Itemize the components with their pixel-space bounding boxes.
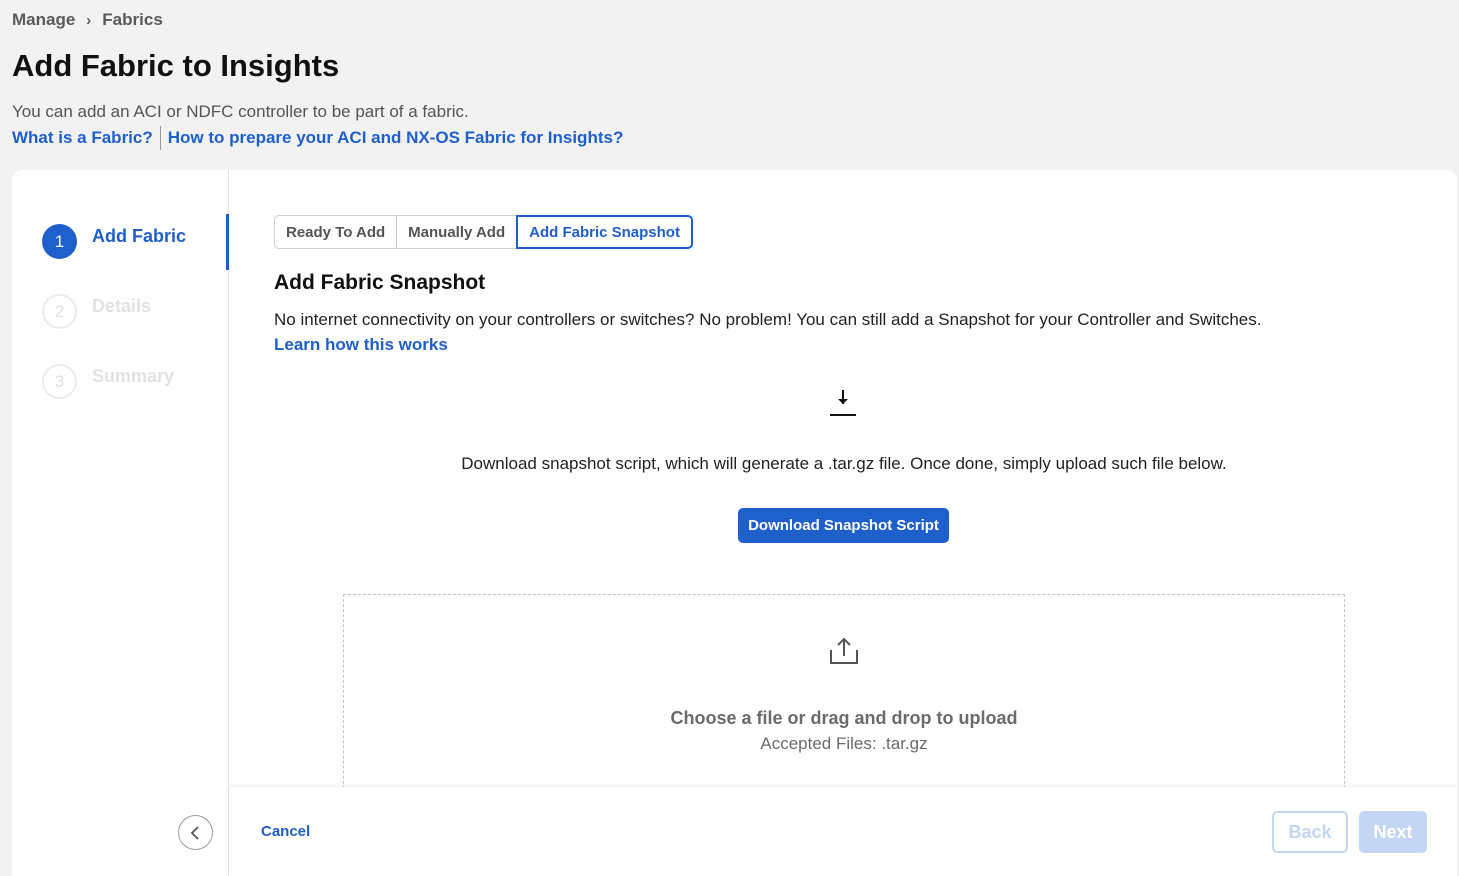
wizard-steps: 1 Add Fabric 2 Details 3 Summary (12, 170, 229, 876)
cancel-button[interactable]: Cancel (261, 823, 310, 840)
upload-icon (830, 637, 858, 664)
wizard-footer: Cancel Back Next (229, 787, 1457, 876)
accepted-files-text: Accepted Files: .tar.gz (760, 734, 928, 753)
collapse-sidebar-button[interactable] (178, 815, 213, 850)
step-number: 3 (42, 364, 77, 399)
page-description: You can add an ACI or NDFC controller to… (12, 102, 469, 121)
what-is-fabric-link[interactable]: What is a Fabric? (12, 128, 153, 148)
link-divider (159, 126, 161, 150)
wizard-card: 1 Add Fabric 2 Details 3 Summary Ready T… (12, 170, 1457, 876)
download-snapshot-script-button[interactable]: Download Snapshot Script (738, 508, 949, 543)
breadcrumb: Manage › Fabrics (12, 10, 163, 30)
next-button[interactable]: Next (1359, 811, 1427, 853)
page-title: Add Fabric to Insights (12, 48, 340, 83)
step-label: Summary (92, 366, 175, 386)
breadcrumb-separator: › (86, 11, 92, 29)
step-label: Add Fabric (92, 226, 187, 246)
active-step-marker (226, 214, 229, 270)
step-number: 1 (42, 224, 77, 259)
dropzone-main-text: Choose a file or drag and drop to upload (670, 708, 1018, 728)
tab-add-fabric-snapshot[interactable]: Add Fabric Snapshot (516, 215, 693, 249)
back-button[interactable]: Back (1272, 811, 1348, 853)
tab-manually-add[interactable]: Manually Add (397, 215, 518, 249)
section-title: Add Fabric Snapshot (274, 271, 486, 294)
step-summary: 3 Summary (42, 364, 174, 399)
prepare-fabric-link[interactable]: How to prepare your ACI and NX-OS Fabric… (168, 128, 624, 148)
breadcrumb-manage[interactable]: Manage (12, 10, 75, 30)
download-description: Download snapshot script, which will gen… (461, 454, 1227, 473)
step-add-fabric[interactable]: 1 Add Fabric (42, 224, 186, 259)
file-dropzone[interactable]: Choose a file or drag and drop to upload… (343, 594, 1345, 814)
chevron-left-icon (190, 825, 199, 840)
step-details: 2 Details (42, 294, 151, 329)
section-description: No internet connectivity on your control… (274, 310, 1262, 329)
step-number: 2 (42, 294, 77, 329)
help-links: What is a Fabric? How to prepare your AC… (12, 126, 623, 150)
breadcrumb-fabrics[interactable]: Fabrics (102, 10, 162, 30)
step-label: Details (92, 296, 152, 316)
add-mode-tabs: Ready To Add Manually Add Add Fabric Sna… (274, 215, 693, 249)
download-icon (830, 390, 856, 416)
learn-how-link[interactable]: Learn how this works (274, 335, 448, 355)
tab-ready-to-add[interactable]: Ready To Add (274, 215, 398, 249)
